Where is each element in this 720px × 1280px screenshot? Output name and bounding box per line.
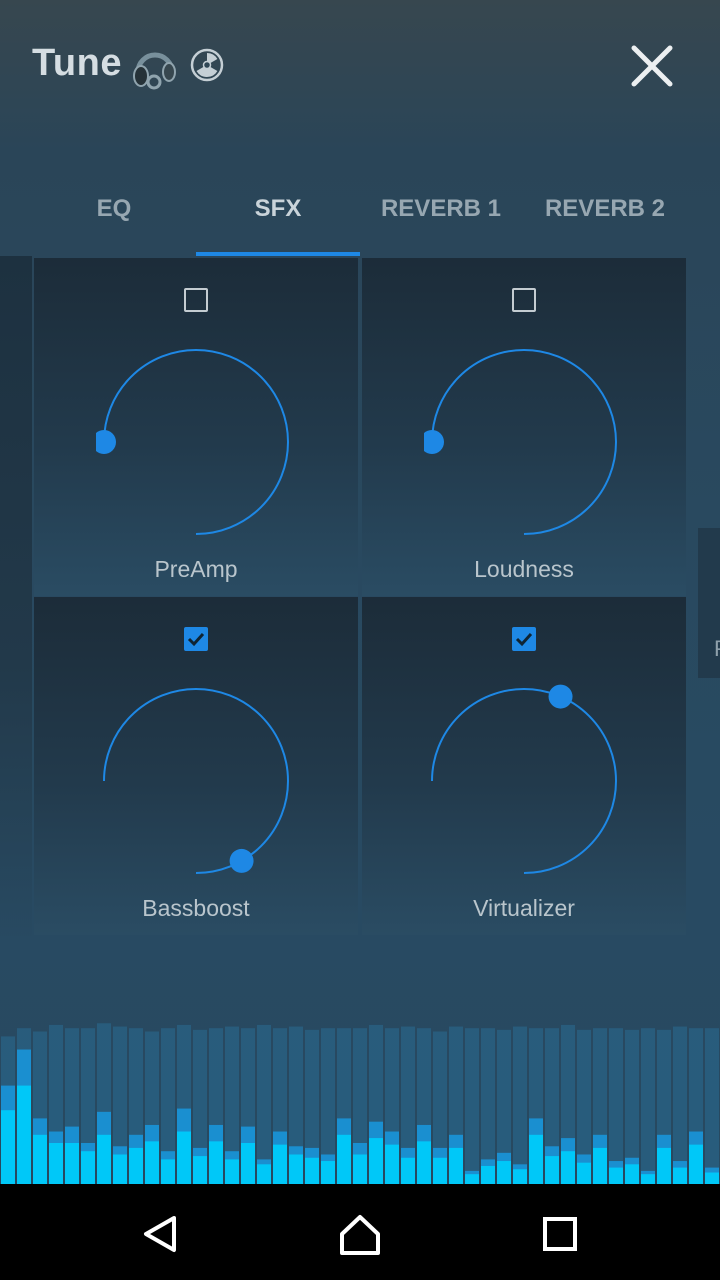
knob-track — [103, 349, 289, 535]
effect-card-virtualizer: Virtualizer — [362, 597, 686, 935]
spectrum-bar-core — [497, 1161, 511, 1184]
bassboost-label: Bassboost — [142, 895, 250, 921]
knob-handle[interactable] — [548, 684, 573, 709]
spectrum-bar-core — [657, 1147, 671, 1184]
spectrum-bar-core — [273, 1144, 287, 1184]
spectrum-bar-core — [609, 1167, 623, 1184]
spectrum-bar-core — [481, 1165, 495, 1184]
spectrum-bar-core — [49, 1143, 63, 1184]
spectrum-bar-core — [209, 1141, 223, 1184]
spectrum-bar-core — [369, 1138, 383, 1184]
spectrum-peak-bar — [705, 1028, 719, 1184]
preamp-label: PreAmp — [154, 556, 238, 582]
spectrum-bar-core — [81, 1151, 95, 1184]
navigation-bar — [0, 1184, 720, 1280]
effect-card-preamp: PreAmp — [34, 258, 358, 596]
spectrum-bar-core — [65, 1143, 79, 1184]
loudness-label: Loudness — [474, 556, 574, 582]
spectrum-bar-core — [33, 1134, 47, 1184]
app-title: Tune — [32, 42, 122, 84]
recents-icon[interactable] — [530, 1204, 590, 1264]
spectrum-bar-core — [705, 1172, 719, 1184]
tab-reverb-1[interactable]: REVERB 1 — [359, 178, 523, 242]
knob-handle[interactable] — [424, 430, 444, 454]
spectrum-bar-core — [97, 1134, 111, 1184]
back-icon[interactable] — [130, 1204, 190, 1264]
spectrum-bar-core — [289, 1154, 303, 1184]
knob-track — [431, 688, 617, 874]
bassboost-knob[interactable] — [96, 681, 296, 881]
bassboost-checkbox[interactable] — [184, 627, 208, 651]
spectrum-bar-core — [417, 1141, 431, 1184]
spectrum-bar-core — [177, 1131, 191, 1184]
tab-eq[interactable]: EQ — [32, 178, 196, 242]
spectrum-peak-bar — [513, 1026, 527, 1184]
preamp-checkbox[interactable] — [184, 288, 208, 312]
next-page-label: P — [714, 636, 720, 662]
next-page-edge[interactable]: P — [698, 528, 720, 678]
active-tab-indicator — [196, 252, 360, 256]
home-icon[interactable] — [330, 1204, 390, 1264]
previous-page-edge[interactable] — [0, 256, 32, 936]
virtualizer-knob[interactable] — [424, 681, 624, 881]
spectrum-peak-bar — [673, 1026, 687, 1184]
spectrum-bar-core — [145, 1141, 159, 1184]
spectrum-bar-core — [385, 1144, 399, 1184]
spectrum-bar-core — [593, 1147, 607, 1184]
spectrum-bar-core — [545, 1156, 559, 1184]
knob-track — [431, 349, 617, 535]
spectrum-bar-core — [17, 1085, 31, 1184]
spectrum-bar-core — [625, 1164, 639, 1184]
spectrum-bar-core — [689, 1144, 703, 1184]
spectrum-bar-core — [353, 1154, 367, 1184]
loudness-checkbox[interactable] — [512, 288, 536, 312]
radiation-icon — [190, 48, 224, 82]
spectrum-bar-core — [257, 1164, 271, 1184]
spectrum-bar-core — [113, 1154, 127, 1184]
spectrum-bar-core — [449, 1147, 463, 1184]
spectrum-bar-core — [513, 1169, 527, 1184]
knob-handle[interactable] — [96, 430, 116, 454]
check-icon — [515, 632, 533, 647]
spectrum-bar-core — [321, 1161, 335, 1184]
spectrum-bar-core — [161, 1159, 175, 1184]
spectrum-peak-bar — [609, 1028, 623, 1184]
knob-track — [103, 688, 289, 874]
spectrum-bar-core — [529, 1134, 543, 1184]
tab-reverb-2[interactable]: REVERB 2 — [523, 178, 687, 242]
tab-sfx[interactable]: SFX — [196, 178, 360, 242]
spectrum-bar-core — [241, 1143, 255, 1184]
spectrum-bar-core — [129, 1147, 143, 1184]
app-header: Tune — [0, 0, 720, 130]
spectrum-bar-core — [1, 1110, 15, 1184]
close-icon[interactable] — [624, 38, 680, 94]
spectrum-bar-core — [465, 1174, 479, 1184]
spectrum-bar-core — [577, 1162, 591, 1184]
spectrum-bar-core — [641, 1174, 655, 1184]
preamp-knob[interactable] — [96, 342, 296, 542]
effect-card-loudness: Loudness — [362, 258, 686, 596]
tab-bar: EQ SFX REVERB 1 REVERB 2 — [0, 178, 720, 258]
spectrum-bar-core — [401, 1157, 415, 1184]
spectrum-bar-core — [433, 1157, 447, 1184]
headphones-icon — [133, 52, 176, 90]
spectrum-bar-core — [225, 1159, 239, 1184]
spectrum-bar-core — [337, 1134, 351, 1184]
virtualizer-checkbox[interactable] — [512, 627, 536, 651]
spectrum-bar-core — [673, 1167, 687, 1184]
spectrum-peak-bar — [465, 1028, 479, 1184]
virtualizer-label: Virtualizer — [473, 895, 575, 921]
spectrum-bar-core — [193, 1156, 207, 1184]
spectrum-peak-bar — [641, 1028, 655, 1184]
check-icon — [187, 632, 205, 647]
spectrum-bar-core — [561, 1151, 575, 1184]
effect-card-bassboost: Bassboost — [34, 597, 358, 935]
knob-handle[interactable] — [229, 848, 254, 873]
spectrum-visualizer — [1, 1023, 719, 1184]
loudness-knob[interactable] — [424, 342, 624, 542]
spectrum-bar-core — [305, 1157, 319, 1184]
